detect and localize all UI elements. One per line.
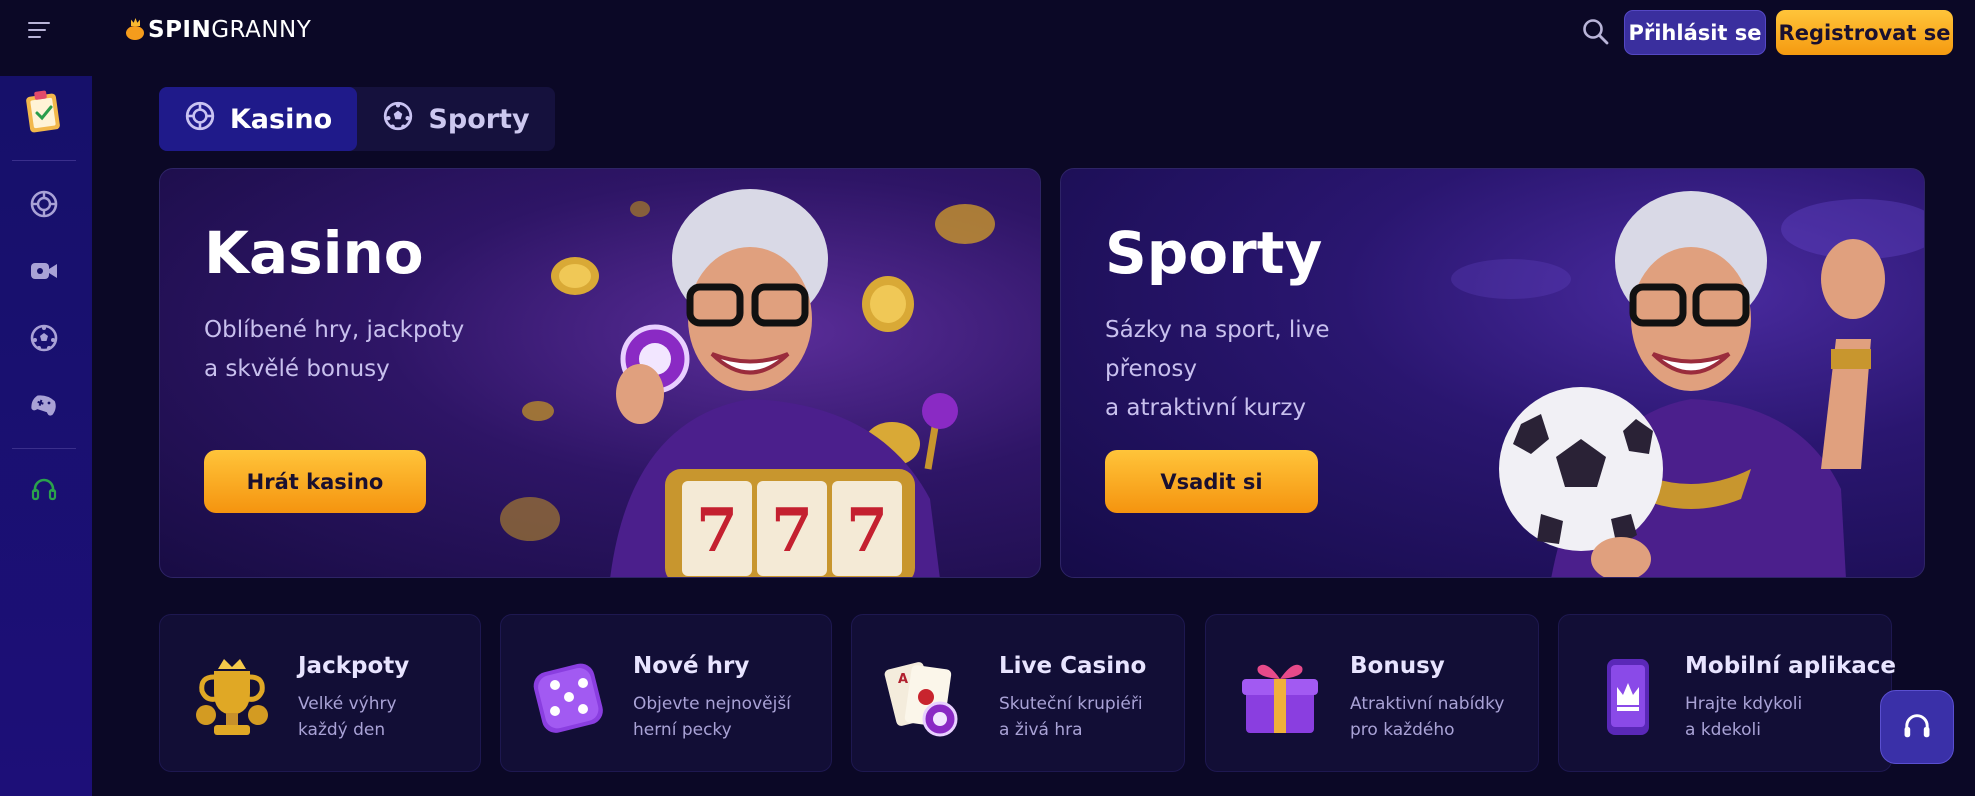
tab-kasino[interactable]: Kasino (159, 87, 357, 151)
headset-icon[interactable] (24, 470, 64, 510)
gamepad-icon[interactable] (24, 385, 64, 425)
description-line: každý den (298, 720, 386, 740)
granny-slot-machine-illustration: 7 7 7 (500, 189, 995, 577)
logo-mark-icon (126, 18, 146, 40)
description-line: Velké výhry (298, 694, 397, 714)
live-camera-icon[interactable] (24, 251, 64, 291)
category-description: Objevte nejnovější herní pecky (633, 691, 823, 743)
logo[interactable]: SPIN GRANNY (126, 12, 311, 48)
category-description: Hrajte kdykoli a kdekoli (1685, 691, 1875, 743)
tab-label: Kasino (229, 103, 333, 135)
subtitle-line: Sázky na sport, live přenosy (1105, 317, 1330, 382)
subtitle-line: Oblíbené hry, jackpoty (204, 317, 465, 343)
gift-icon (1242, 664, 1318, 733)
description-line: a kdekoli (1685, 720, 1762, 740)
svg-text:A: A (898, 672, 908, 687)
smartphone-icon (1607, 659, 1649, 735)
register-button[interactable]: Registrovat se (1776, 10, 1953, 55)
category-title: Bonusy (1350, 653, 1445, 679)
headset-icon (1904, 714, 1930, 738)
tab-sporty[interactable]: Sporty (357, 87, 555, 151)
logo-spin-text: SPIN (148, 17, 212, 43)
granny-soccer-illustration (1451, 191, 1924, 577)
top-header: SPIN GRANNY Přihlásit se Registrovat se (0, 0, 1975, 64)
sports-hero-subtitle: Sázky na sport, live přenosy a atraktivn… (1105, 311, 1425, 428)
casino-chip-icon (184, 100, 216, 139)
category-description: Skuteční krupiéři a živá hra (999, 691, 1189, 743)
category-new-games[interactable]: Nové hry Objevte nejnovější herní pecky (500, 614, 832, 772)
hamburger-menu-icon[interactable] (28, 22, 56, 42)
login-button[interactable]: Přihlásit se (1624, 10, 1766, 55)
category-title: Live Casino (999, 653, 1147, 679)
sports-hero-card[interactable]: Sporty Sázky na sport, live přenosy a at… (1060, 168, 1925, 578)
casino-chip-icon[interactable] (24, 184, 64, 224)
sports-hero-title: Sporty (1105, 219, 1323, 287)
category-mobile-app[interactable]: Mobilní aplikace Hrajte kdykoli a kdekol… (1558, 614, 1896, 772)
support-chat-button[interactable] (1880, 690, 1954, 764)
soccer-ball-icon[interactable] (24, 318, 64, 358)
subtitle-line: a atraktivní kurzy (1105, 395, 1307, 421)
category-title: Mobilní aplikace (1685, 653, 1896, 679)
description-line: Atraktivní nabídky (1350, 694, 1505, 714)
category-title: Jackpoty (298, 653, 410, 679)
sidebar (0, 76, 92, 796)
description-line: Hrajte kdykoli (1685, 694, 1803, 714)
place-bet-button[interactable]: Vsadit si (1105, 450, 1318, 513)
subtitle-line: a skvělé bonusy (204, 356, 390, 382)
description-line: a živá hra (999, 720, 1083, 740)
description-line: pro každého (1350, 720, 1455, 740)
casino-hero-subtitle: Oblíbené hry, jackpoty a skvělé bonusy (204, 311, 504, 389)
dice-icon (533, 663, 603, 733)
search-icon[interactable] (1582, 18, 1610, 46)
category-live-casino[interactable]: A Live Casino Skuteční krupiéři a živá h… (851, 614, 1185, 772)
trophy-icon (196, 659, 268, 735)
svg-text:7: 7 (846, 496, 888, 566)
description-line: Objevte nejnovější (633, 694, 791, 714)
category-jackpots[interactable]: Jackpoty Velké výhry každý den (159, 614, 481, 772)
sidebar-divider (12, 448, 76, 449)
svg-text:7: 7 (696, 496, 738, 566)
casino-hero-card[interactable]: 7 7 7 Kasino Oblíbené hry, jackpoty a sk… (159, 168, 1041, 578)
soccer-ball-icon (382, 100, 414, 139)
tab-label: Sporty (428, 103, 530, 135)
play-casino-button[interactable]: Hrát kasino (204, 450, 426, 513)
logo-granny-text: GRANNY (211, 17, 312, 43)
svg-text:7: 7 (771, 496, 813, 566)
category-description: Velké výhry každý den (298, 691, 488, 743)
section-tabs: Kasino Sporty (159, 87, 555, 151)
casino-hero-title: Kasino (204, 219, 424, 287)
category-title: Nové hry (633, 653, 750, 679)
clipboard-icon[interactable] (24, 90, 64, 133)
sidebar-divider (12, 160, 76, 161)
category-description: Atraktivní nabídky pro každého (1350, 691, 1540, 743)
category-bonuses[interactable]: Bonusy Atraktivní nabídky pro každého (1205, 614, 1539, 772)
description-line: herní pecky (633, 720, 732, 740)
playing-cards-icon: A (884, 662, 958, 737)
description-line: Skuteční krupiéři (999, 694, 1143, 714)
